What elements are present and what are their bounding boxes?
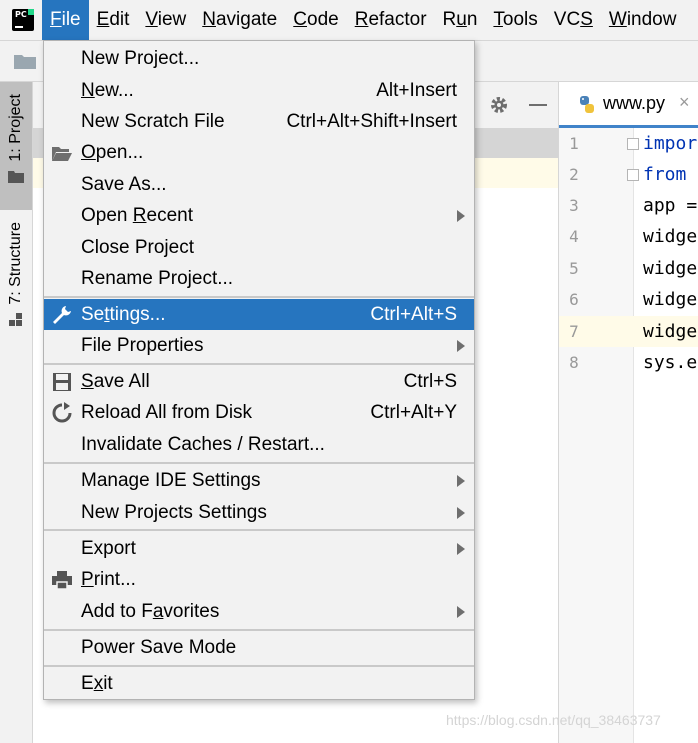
code-line[interactable]: 6widget xyxy=(559,284,698,315)
tab-structure-label: 7: Structure xyxy=(7,222,24,305)
menu-item-new-scratch-file[interactable]: New Scratch File Ctrl+Alt+Shift+Insert xyxy=(44,106,474,137)
menu-navigate[interactable]: Navigate xyxy=(194,0,285,40)
save-icon xyxy=(53,372,71,391)
submenu-arrow-icon xyxy=(457,340,465,352)
menu-item-reload-all[interactable]: Reload All from Disk Ctrl+Alt+Y xyxy=(44,397,474,429)
menu-bar: PC File Edit View Navigate Code Refactor… xyxy=(0,0,698,41)
menu-separator xyxy=(44,363,474,365)
menu-item-manage-ide-settings[interactable]: Manage IDE Settings xyxy=(44,465,474,497)
editor-tab-label: www.py xyxy=(603,93,666,113)
menu-view[interactable]: View xyxy=(137,0,194,40)
print-icon xyxy=(52,571,72,590)
close-icon[interactable]: × xyxy=(679,92,690,113)
submenu-arrow-icon xyxy=(457,542,465,555)
menu-refactor[interactable]: Refactor xyxy=(347,0,435,40)
menu-item-exit[interactable]: Exit xyxy=(44,668,474,699)
left-tool-strip: 1: Project 7: Structure xyxy=(0,82,33,743)
menu-item-settings[interactable]: Settings... Ctrl+Alt+S xyxy=(44,299,474,330)
menu-item-close-project[interactable]: Close Project xyxy=(44,232,474,263)
menu-item-print[interactable]: Print... xyxy=(44,564,474,596)
python-file-icon xyxy=(580,96,594,113)
submenu-arrow-icon xyxy=(457,210,465,222)
tab-project[interactable]: 1: Project xyxy=(0,82,32,210)
fold-icon[interactable] xyxy=(627,169,639,181)
menu-edit[interactable]: Edit xyxy=(89,0,138,40)
code-line[interactable]: 4widget xyxy=(559,221,698,252)
structure-icon xyxy=(9,312,22,326)
menu-tools[interactable]: Tools xyxy=(485,0,545,40)
code-line[interactable]: 5widget xyxy=(559,253,698,284)
menu-item-open[interactable]: Open... xyxy=(44,137,474,169)
menu-separator xyxy=(44,529,474,531)
open-folder-icon xyxy=(52,147,72,161)
pycharm-logo-icon: PC xyxy=(12,9,34,31)
menu-item-open-recent[interactable]: Open Recent xyxy=(44,200,474,232)
menu-run[interactable]: Run xyxy=(435,0,486,40)
project-folder-icon xyxy=(8,170,24,183)
watermark: https://blog.csdn.net/qq_38463737 xyxy=(446,712,661,728)
code-line[interactable]: 3 app = xyxy=(559,190,698,221)
submenu-arrow-icon xyxy=(457,606,465,618)
menu-code[interactable]: Code xyxy=(285,0,346,40)
menu-vcs[interactable]: VCS xyxy=(546,0,601,40)
menu-item-new[interactable]: New... Alt+Insert xyxy=(44,75,474,106)
wrench-icon xyxy=(53,305,71,324)
file-menu-dropdown: New Project... New... Alt+Insert New Scr… xyxy=(43,40,475,700)
minimize-icon[interactable] xyxy=(529,104,547,106)
menu-item-new-projects-settings[interactable]: New Projects Settings xyxy=(44,497,474,528)
menu-item-export[interactable]: Export xyxy=(44,533,474,564)
editor-tab-www-py[interactable]: www.py × xyxy=(559,82,698,128)
reload-icon xyxy=(52,402,72,423)
menu-item-save-all[interactable]: Save All Ctrl+S xyxy=(44,366,474,397)
menu-item-file-properties[interactable]: File Properties xyxy=(44,330,474,362)
menu-file[interactable]: File xyxy=(42,0,89,40)
menu-separator xyxy=(44,629,474,631)
menu-separator xyxy=(44,462,474,464)
submenu-arrow-icon xyxy=(457,506,465,519)
menu-window[interactable]: Window xyxy=(601,0,685,40)
code-line-current[interactable]: 7widget xyxy=(559,316,698,347)
menu-item-add-to-favorites[interactable]: Add to Favorites xyxy=(44,596,474,628)
menu-item-rename-project[interactable]: Rename Project... xyxy=(44,263,474,295)
tab-structure[interactable]: 7: Structure xyxy=(0,222,32,352)
menu-item-new-project[interactable]: New Project... xyxy=(44,42,474,75)
gear-icon[interactable] xyxy=(489,95,509,115)
editor: www.py × 1import 2from 3app = 4widget 5w… xyxy=(558,82,698,743)
fold-icon[interactable] xyxy=(627,138,639,150)
menu-separator xyxy=(44,296,474,298)
submenu-arrow-icon xyxy=(457,475,465,487)
tab-project-label: 1: Project xyxy=(7,94,24,162)
menu-item-save-as[interactable]: Save As... xyxy=(44,169,474,200)
code-line[interactable]: 8 sys.e xyxy=(559,347,698,378)
menu-separator xyxy=(44,665,474,667)
menu-item-power-save-mode[interactable]: Power Save Mode xyxy=(44,632,474,664)
menu-item-invalidate-caches[interactable]: Invalidate Caches / Restart... xyxy=(44,429,474,461)
folder-icon[interactable] xyxy=(14,53,36,69)
